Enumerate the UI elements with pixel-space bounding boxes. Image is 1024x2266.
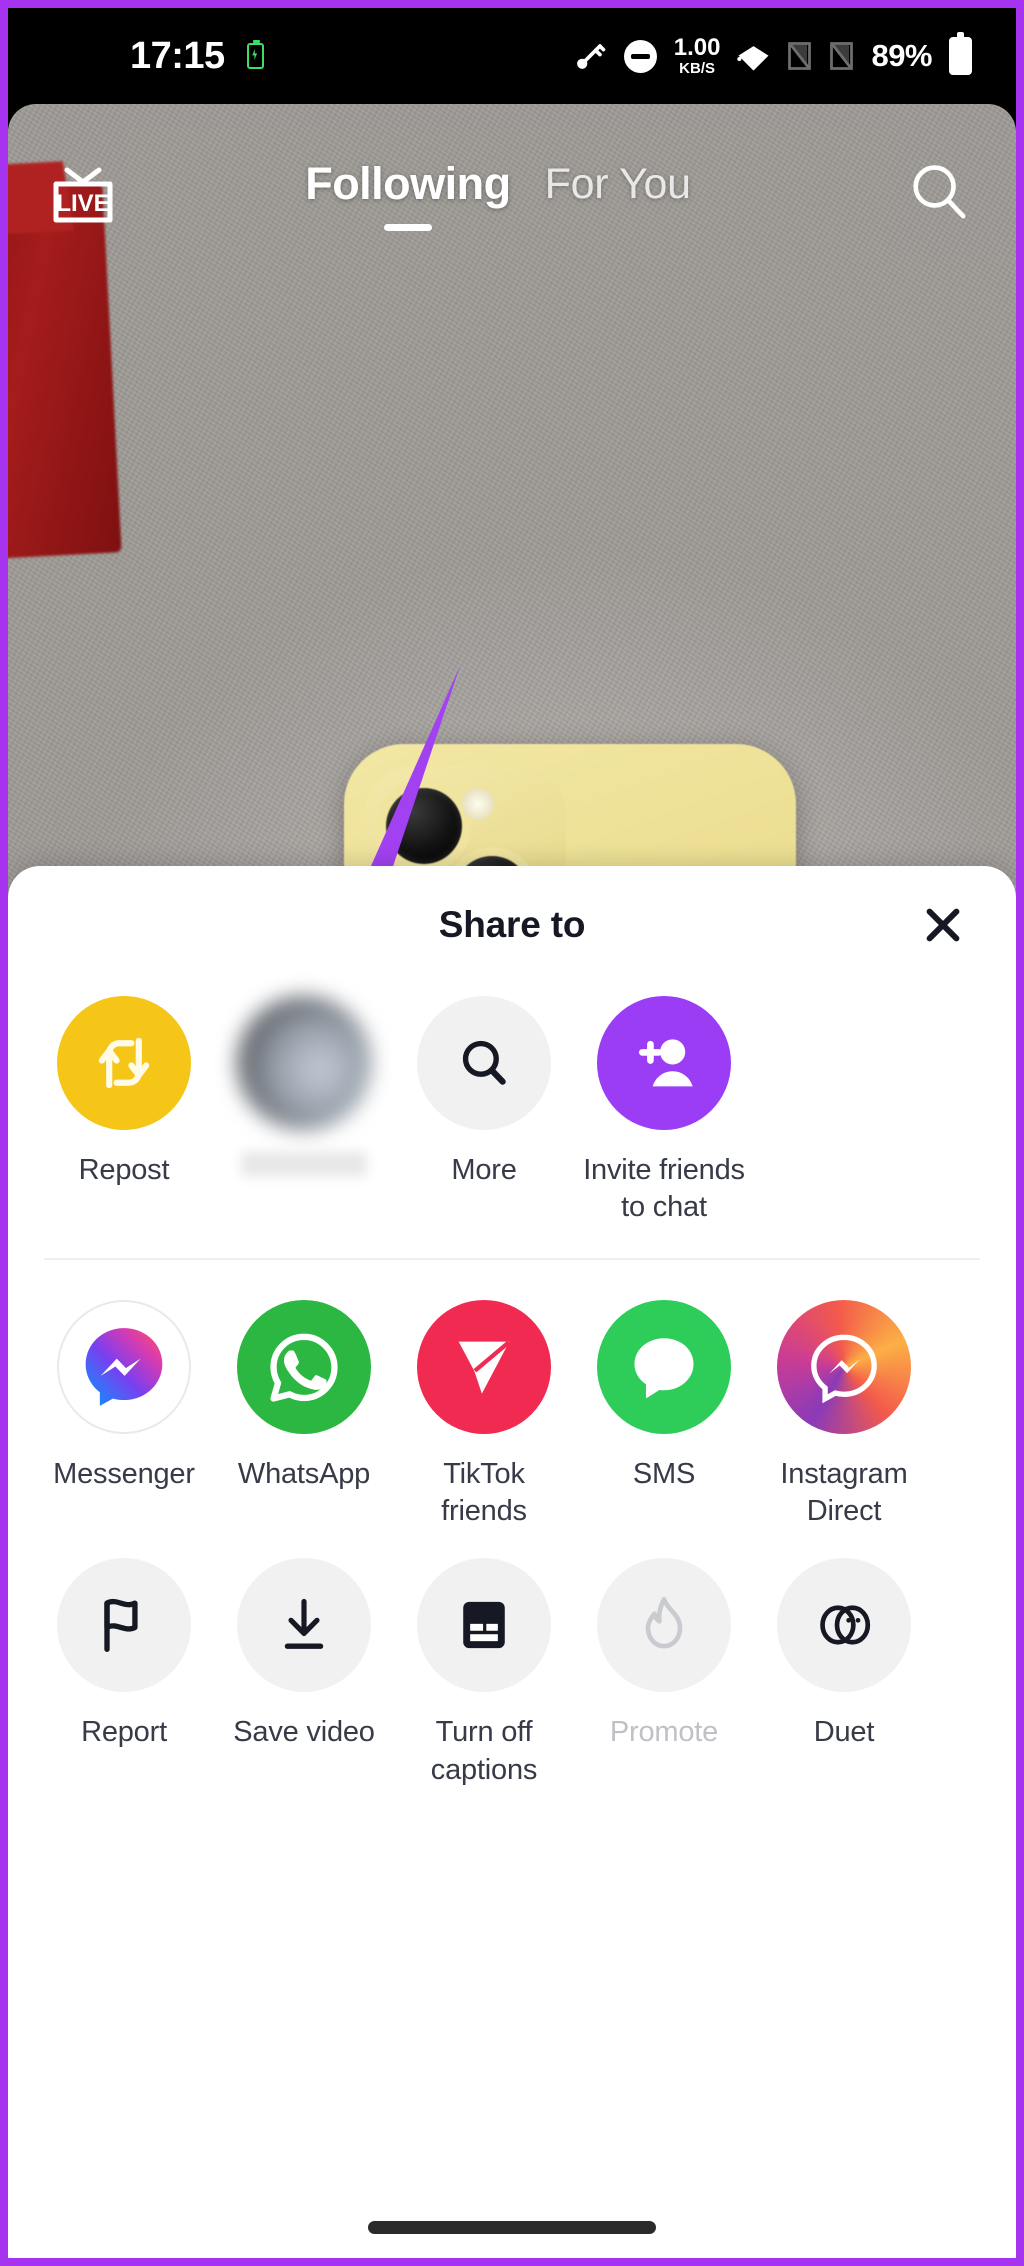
tab-following-label: Following [305, 157, 511, 209]
promote-button[interactable] [597, 1558, 731, 1693]
battery-percent-label: 89% [871, 38, 932, 73]
share-item-label [241, 1152, 367, 1176]
sim2-icon [829, 41, 854, 71]
feed-header: LIVE Following For You [8, 104, 1016, 284]
share-sheet-header: Share to [8, 866, 1016, 984]
share-item-contact-blurred[interactable] [214, 996, 394, 1226]
add-person-icon [638, 1039, 693, 1087]
share-row-apps: Messenger WhatsApp TikTok friends SMS In… [8, 1260, 1016, 1530]
share-item-label: Turn off captions [430, 1716, 538, 1786]
sim1-icon [787, 41, 812, 71]
sms-bubble-icon [634, 1338, 694, 1399]
share-row-actions: Report Save video Turn off captions Prom… [8, 1530, 1016, 1788]
download-icon [284, 1599, 324, 1650]
status-bar-left: 17:15 [130, 35, 264, 78]
duet-icon [820, 1605, 871, 1646]
save-video-button[interactable] [237, 1558, 371, 1693]
share-item-tiktok-friends[interactable]: TikTok friends [394, 1300, 574, 1530]
network-speed-value: 1.00 [673, 34, 721, 61]
share-item-label: Invite friends to chat [583, 1154, 745, 1224]
repost-icon [98, 1037, 150, 1089]
captions-icon [463, 1602, 505, 1649]
instagram-direct-button[interactable] [777, 1300, 911, 1435]
invite-friends-button[interactable] [597, 996, 731, 1130]
share-item-label: Duet [813, 1716, 875, 1749]
share-sheet: Share to Repost More Invite friends to c… [8, 866, 1016, 2258]
close-button[interactable] [914, 896, 972, 954]
share-item-label: Instagram Direct [780, 1458, 908, 1528]
share-row-primary: Repost More Invite friends to chat [8, 984, 1016, 1236]
instagram-direct-icon [811, 1334, 877, 1404]
share-item-label: Report [81, 1716, 167, 1749]
sms-button[interactable] [597, 1300, 731, 1435]
phone-frame: 17:15 1.00 KB/S 89% LIVE Following For Y… [8, 8, 1016, 2258]
share-item-promote[interactable]: Promote [574, 1558, 754, 1788]
search-icon [913, 164, 966, 219]
tab-for-you-label: For You [544, 159, 691, 208]
whatsapp-button[interactable] [237, 1300, 371, 1435]
share-item-save-video[interactable]: Save video [214, 1558, 394, 1788]
share-item-repost[interactable]: Repost [34, 996, 214, 1226]
share-item-instagram-direct[interactable]: Instagram Direct [754, 1300, 934, 1530]
flame-icon [645, 1597, 683, 1649]
tiktok-friends-button[interactable] [417, 1300, 551, 1435]
network-speed-unit: KB/S [679, 60, 716, 77]
battery-saver-icon [246, 40, 264, 69]
do-not-disturb-icon [623, 39, 657, 73]
close-icon [926, 908, 960, 942]
share-item-label: Promote [609, 1716, 719, 1749]
share-item-label: Repost [78, 1154, 170, 1186]
share-item-report[interactable]: Report [34, 1558, 214, 1788]
share-item-invite-friends[interactable]: Invite friends to chat [574, 996, 754, 1226]
wifi-icon [737, 42, 770, 71]
report-button[interactable] [57, 1558, 191, 1693]
share-item-turn-off-captions[interactable]: Turn off captions [394, 1558, 574, 1788]
vpn-key-icon [573, 39, 607, 73]
feed-tabs: Following For You [90, 158, 906, 231]
duet-button[interactable] [777, 1558, 911, 1693]
status-bar: 17:15 1.00 KB/S 89% [8, 8, 1016, 104]
network-speed-indicator: 1.00 KB/S [673, 34, 721, 77]
more-button[interactable] [417, 996, 551, 1130]
share-item-label: WhatsApp [237, 1458, 371, 1491]
messenger-button[interactable] [57, 1300, 191, 1435]
status-time: 17:15 [130, 34, 225, 77]
tiktok-send-icon [458, 1340, 511, 1394]
camera-flash [462, 788, 494, 820]
share-item-whatsapp[interactable]: WhatsApp [214, 1300, 394, 1530]
repost-button[interactable] [57, 996, 191, 1130]
share-item-messenger[interactable]: Messenger [34, 1300, 214, 1530]
share-item-more[interactable]: More [394, 996, 574, 1226]
tab-following[interactable]: Following [305, 157, 511, 231]
tab-for-you[interactable]: For You [545, 158, 691, 209]
share-item-label: Save video [233, 1716, 375, 1749]
tab-active-underline [383, 223, 432, 231]
share-item-duet[interactable]: Duet [754, 1558, 934, 1788]
share-item-label: Messenger [53, 1458, 195, 1491]
home-indicator[interactable] [368, 2221, 656, 2234]
search-icon [462, 1040, 506, 1085]
messenger-icon [85, 1328, 163, 1407]
share-sheet-title: Share to [438, 904, 586, 945]
share-item-sms[interactable]: SMS [574, 1300, 754, 1530]
status-bar-right: 1.00 KB/S 89% [573, 32, 972, 77]
camera-lens-wide [386, 788, 462, 864]
share-item-label: SMS [632, 1458, 696, 1491]
share-item-label: More [451, 1154, 517, 1186]
contact-avatar-icon[interactable] [237, 996, 371, 1130]
share-item-label: TikTok friends [441, 1458, 527, 1528]
battery-icon [949, 32, 972, 75]
whatsapp-icon [270, 1333, 338, 1402]
turn-off-captions-button[interactable] [417, 1558, 551, 1693]
flag-icon [104, 1599, 138, 1653]
search-button[interactable] [906, 159, 972, 230]
